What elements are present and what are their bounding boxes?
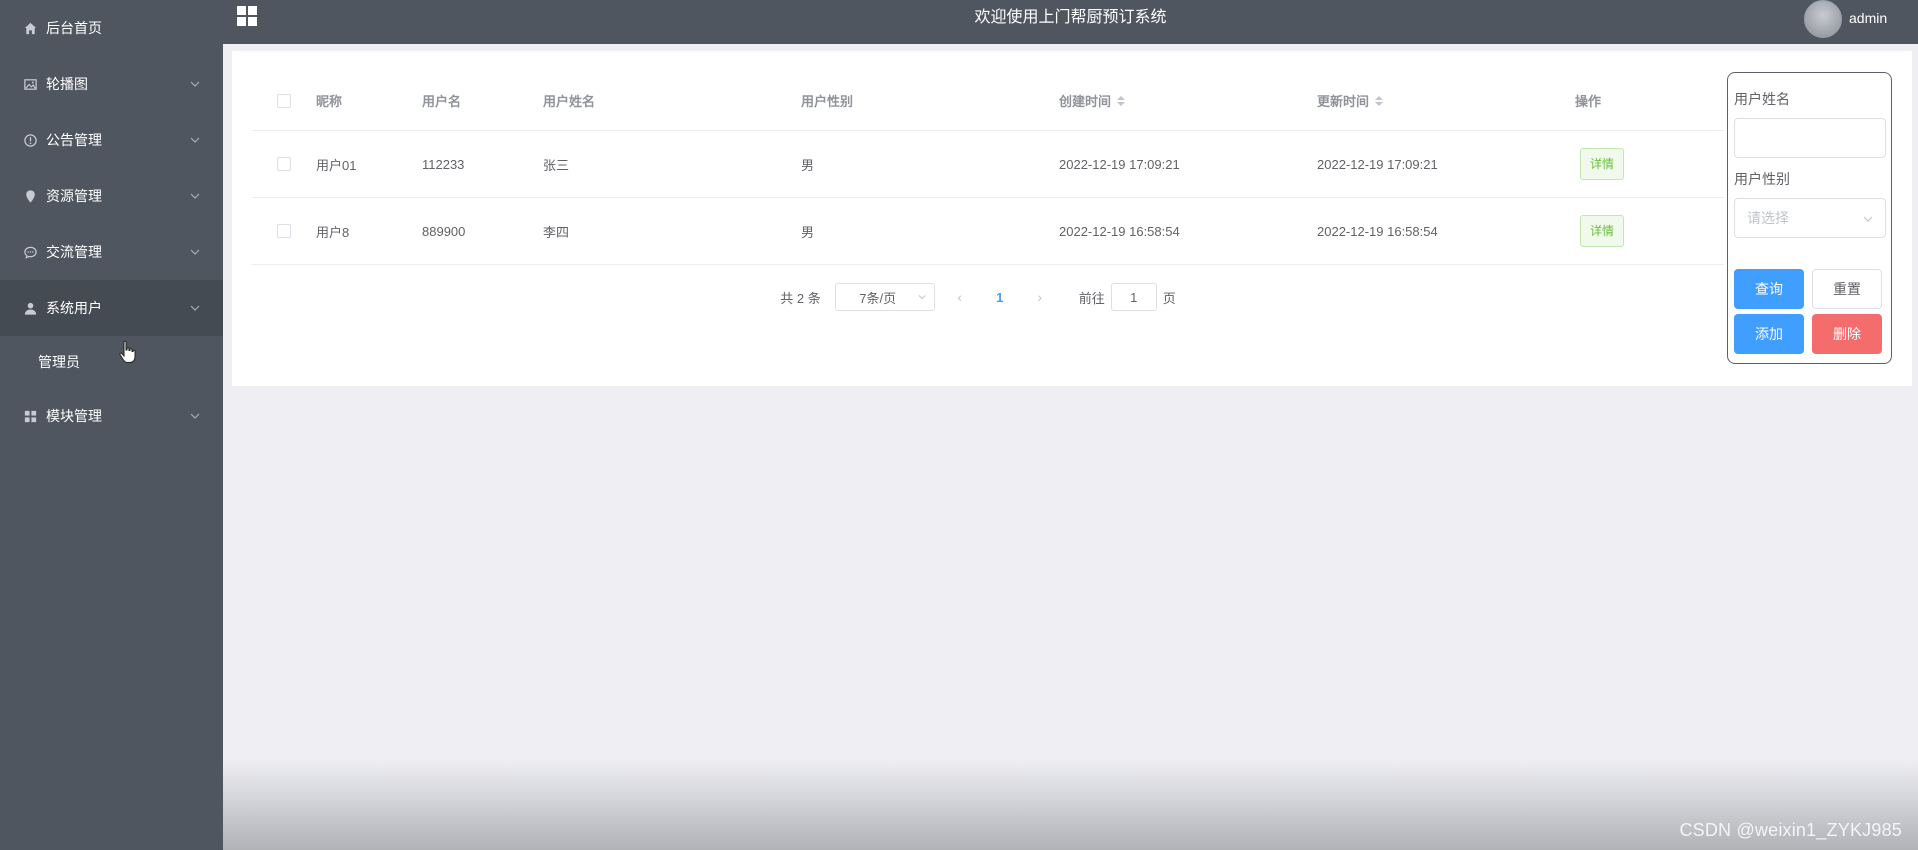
chevron-down-icon xyxy=(918,295,926,300)
cell-gender: 男 xyxy=(801,157,815,173)
goto-page: 前往 页 xyxy=(1079,283,1176,311)
cell-realname: 李四 xyxy=(543,224,570,240)
chat-icon xyxy=(22,244,38,260)
select-all-cell xyxy=(252,93,316,108)
row-select-cell xyxy=(252,157,316,171)
sidebar-item-home[interactable]: 后台首页 xyxy=(0,0,223,56)
cell-username: 889900 xyxy=(422,223,466,239)
sidebar-item-system-users[interactable]: 系统用户 xyxy=(0,280,223,336)
sidebar-item-label: 模块管理 xyxy=(46,408,102,424)
table-header: 昵称 用户名 用户姓名 用户性别 创建时间 更新时间 操作 xyxy=(252,71,1724,131)
column-header-created[interactable]: 创建时间 xyxy=(1059,91,1317,110)
gender-filter-label: 用户性别 xyxy=(1734,171,1790,187)
next-page-icon[interactable]: › xyxy=(1025,289,1055,305)
goto-unit: 页 xyxy=(1162,290,1176,306)
delete-button[interactable]: 删除 xyxy=(1812,314,1882,354)
sidebar-item-label: 资源管理 xyxy=(46,188,102,204)
chevron-down-icon xyxy=(190,249,200,255)
sidebar-item-label: 后台首页 xyxy=(46,20,102,36)
sidebar-item-notice[interactable]: 公告管理 xyxy=(0,112,223,168)
sidebar-item-label: 系统用户 xyxy=(46,300,102,316)
cell-nickname: 用户8 xyxy=(316,224,350,240)
prev-page-icon[interactable]: ‹ xyxy=(945,289,975,305)
column-header-action: 操作 xyxy=(1575,94,1602,109)
info-icon xyxy=(22,132,38,148)
sidebar-item-label: 公告管理 xyxy=(46,132,102,148)
top-bar: 欢迎使用上门帮厨预订系统 admin xyxy=(223,0,1918,44)
chevron-down-icon xyxy=(190,81,200,87)
row-checkbox[interactable] xyxy=(277,224,291,238)
pagination-total: 共 2 条 xyxy=(780,290,821,306)
content-card: 昵称 用户名 用户姓名 用户性别 创建时间 更新时间 操作 用户01 11223… xyxy=(232,51,1912,386)
row-select-cell xyxy=(252,224,316,238)
search-panel: 用户姓名 用户性别 请选择 查询 重置 添加 删除 xyxy=(1727,72,1892,364)
chevron-down-icon xyxy=(190,305,200,311)
cell-gender: 男 xyxy=(801,224,815,240)
column-header-realname: 用户姓名 xyxy=(543,94,596,109)
reset-button[interactable]: 重置 xyxy=(1812,269,1882,309)
location-icon xyxy=(22,188,38,204)
page-size-select[interactable]: 7条/页 xyxy=(834,283,935,311)
bottom-shadow xyxy=(223,760,1918,850)
column-header-username: 用户名 xyxy=(422,94,462,109)
picture-icon xyxy=(22,76,38,92)
cell-updated: 2022-12-19 16:58:54 xyxy=(1317,223,1438,239)
page-number-current[interactable]: 1 xyxy=(985,290,1015,305)
cell-created: 2022-12-19 16:58:54 xyxy=(1059,223,1180,239)
query-button[interactable]: 查询 xyxy=(1734,269,1804,309)
row-checkbox[interactable] xyxy=(277,157,291,171)
sidebar-item-label: 轮播图 xyxy=(46,76,88,92)
table-row: 用户8 889900 李四 男 2022-12-19 16:58:54 2022… xyxy=(252,198,1724,265)
avatar[interactable] xyxy=(1804,0,1842,38)
user-icon xyxy=(22,300,38,316)
sidebar-subitem-admin[interactable]: 管理员 xyxy=(0,336,223,388)
sidebar-item-modules[interactable]: 模块管理 xyxy=(0,388,223,444)
mouse-pointer-icon xyxy=(119,340,136,363)
name-filter-input[interactable] xyxy=(1734,118,1886,158)
sidebar: 后台首页 轮播图 公告管理 资源管理 交流管理 系统用户 管理员 模块管理 xyxy=(0,0,223,850)
select-all-checkbox[interactable] xyxy=(277,93,291,108)
user-table: 昵称 用户名 用户姓名 用户性别 创建时间 更新时间 操作 用户01 11223… xyxy=(252,71,1724,265)
chevron-down-icon xyxy=(1863,216,1873,222)
sidebar-item-label: 交流管理 xyxy=(46,244,102,260)
detail-button[interactable]: 详情 xyxy=(1580,148,1625,180)
table-row: 用户01 112233 张三 男 2022-12-19 17:09:21 202… xyxy=(252,131,1724,198)
home-icon xyxy=(22,20,38,36)
name-filter-label: 用户姓名 xyxy=(1734,91,1790,107)
sort-icon[interactable] xyxy=(1375,95,1384,106)
watermark: CSDN @weixin1_ZYKJ985 xyxy=(1679,820,1902,840)
column-header-updated[interactable]: 更新时间 xyxy=(1317,91,1575,110)
chevron-down-icon xyxy=(190,137,200,143)
goto-label: 前往 xyxy=(1078,290,1105,306)
page-title: 欢迎使用上门帮厨预订系统 xyxy=(974,9,1167,26)
gender-filter-select[interactable]: 请选择 xyxy=(1734,198,1886,238)
sort-icon[interactable] xyxy=(1117,95,1126,106)
column-header-label: 创建时间 xyxy=(1059,94,1112,109)
column-header-gender: 用户性别 xyxy=(801,94,854,109)
cell-action: 详情 xyxy=(1575,148,1724,180)
cell-nickname: 用户01 xyxy=(316,157,357,173)
grid-icon xyxy=(22,408,38,424)
column-header-nickname: 昵称 xyxy=(316,94,343,109)
username[interactable]: admin xyxy=(1849,10,1887,26)
column-header-label: 更新时间 xyxy=(1317,94,1370,109)
gender-filter-placeholder: 请选择 xyxy=(1747,210,1789,226)
sidebar-item-exchange[interactable]: 交流管理 xyxy=(0,224,223,280)
sidebar-subitem-label: 管理员 xyxy=(38,354,80,370)
pagination: 共 2 条 7条/页 ‹ 1 › 前往 页 xyxy=(232,282,1724,312)
chevron-down-icon xyxy=(190,193,200,199)
cell-updated: 2022-12-19 17:09:21 xyxy=(1317,156,1438,172)
sidebar-item-carousel[interactable]: 轮播图 xyxy=(0,56,223,112)
cell-realname: 张三 xyxy=(543,157,570,173)
chevron-down-icon xyxy=(190,413,200,419)
detail-button[interactable]: 详情 xyxy=(1580,215,1625,247)
add-button[interactable]: 添加 xyxy=(1734,314,1804,354)
goto-page-input[interactable] xyxy=(1110,283,1157,311)
cell-username: 112233 xyxy=(422,156,465,172)
cell-created: 2022-12-19 17:09:21 xyxy=(1059,156,1180,172)
sidebar-item-resource[interactable]: 资源管理 xyxy=(0,168,223,224)
cell-action: 详情 xyxy=(1575,215,1724,247)
page-size-value: 7条/页 xyxy=(859,290,897,306)
